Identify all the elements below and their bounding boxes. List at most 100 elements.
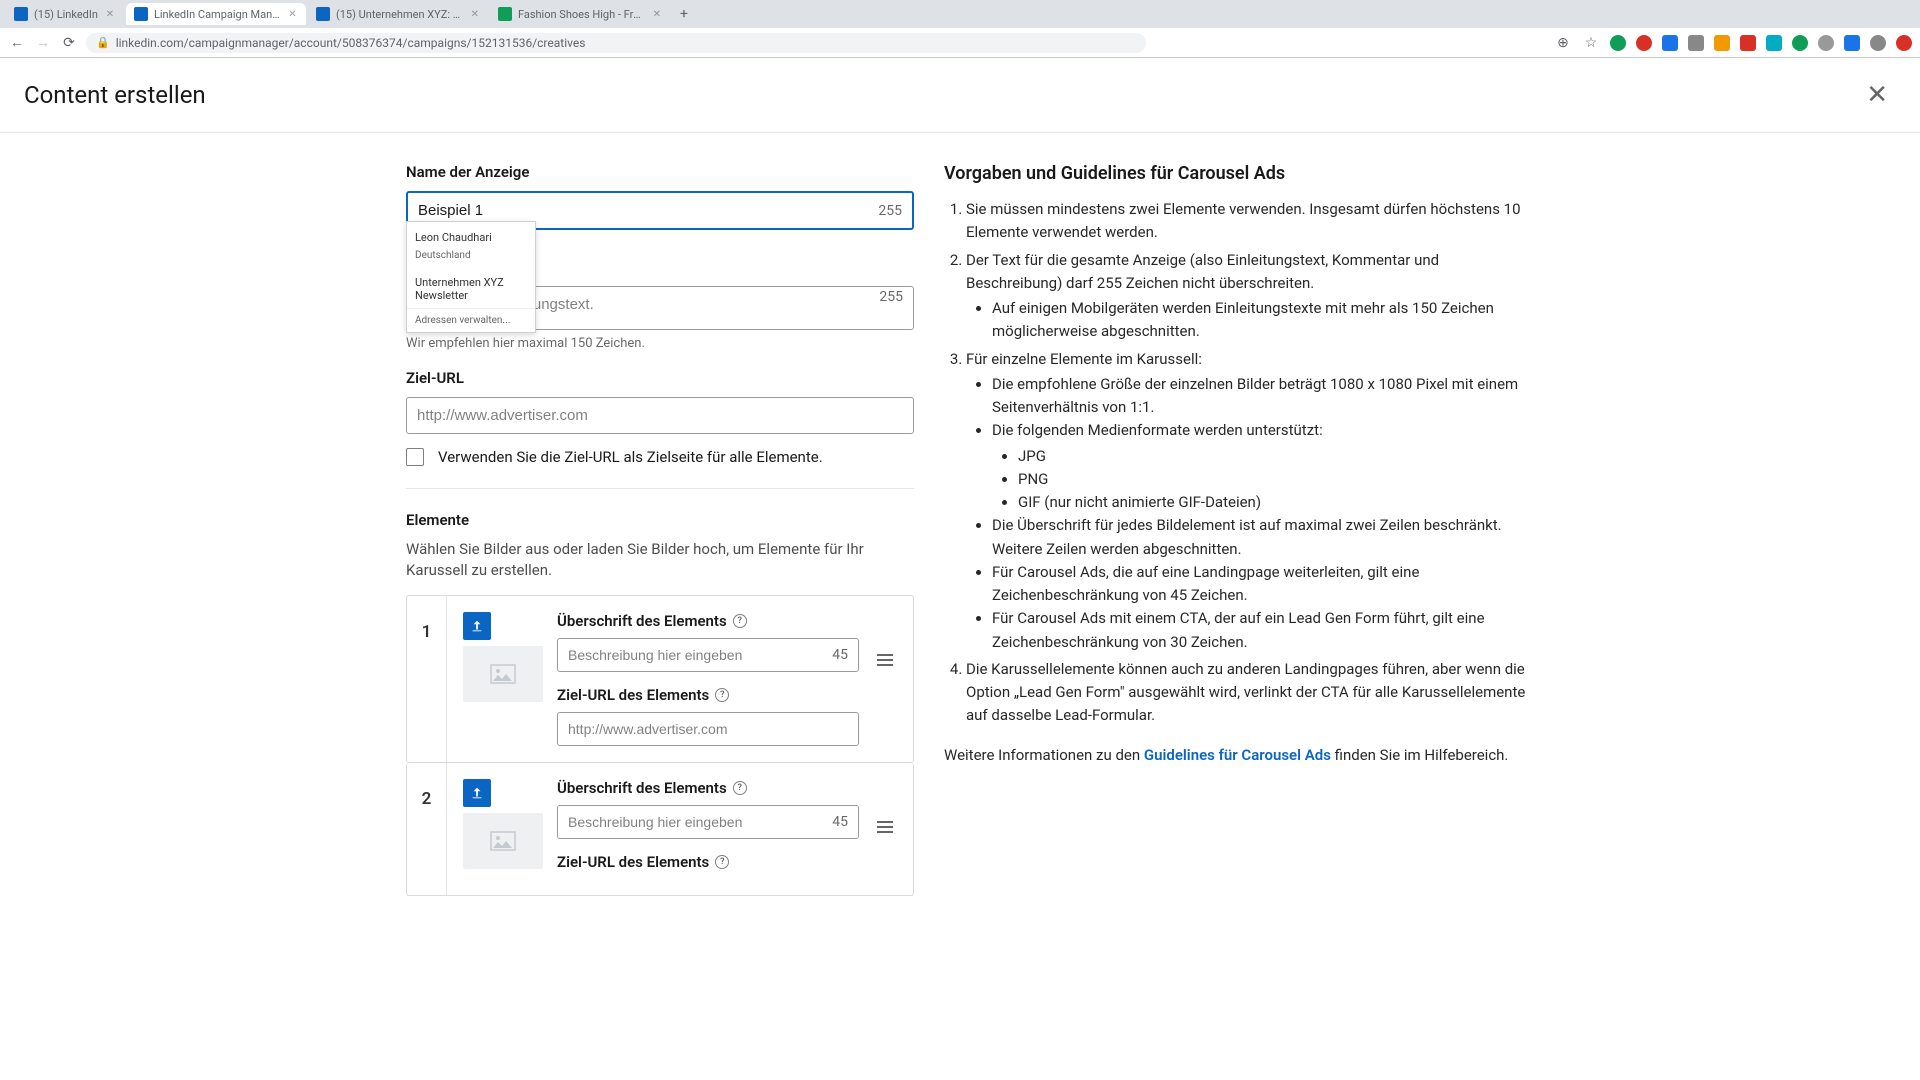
browser-chrome: (15) LinkedIn ✕ LinkedIn Campaign Manage… (0, 0, 1920, 58)
element-headline-label: Überschrift des Elements ? (557, 779, 859, 797)
forward-button[interactable]: → (34, 34, 52, 52)
info-icon[interactable]: ? (733, 614, 747, 628)
target-url-input[interactable] (407, 398, 913, 433)
autocomplete-manage[interactable]: Adressen verwalten... (407, 308, 535, 332)
guideline-subitem: Die folgenden Medienformate werden unter… (992, 419, 1534, 514)
image-icon (490, 831, 516, 851)
autocomplete-dropdown: Leon Chaudhari Deutschland Unternehmen X… (406, 221, 536, 333)
browser-tab[interactable]: (15) Unternehmen XYZ: Admin ✕ (308, 3, 488, 25)
guidelines-link[interactable]: Guidelines für Carousel Ads (1144, 746, 1331, 764)
guideline-subitem: Für Carousel Ads, die auf eine Landingpa… (992, 561, 1534, 608)
char-counter: 45 (832, 814, 858, 830)
tab-title: LinkedIn Campaign Manager (154, 8, 281, 21)
upload-button[interactable] (463, 779, 491, 807)
url-field[interactable]: 🔒 linkedin.com/campaignmanager/account/5… (86, 33, 1146, 53)
drag-icon (877, 654, 893, 666)
close-icon[interactable]: ✕ (470, 8, 480, 20)
info-icon[interactable]: ? (733, 781, 747, 795)
format-item: GIF (nur nicht animierte GIF-Dateien) (1018, 491, 1534, 514)
divider (406, 488, 914, 489)
image-placeholder[interactable] (463, 646, 543, 702)
tab-title: (15) Unternehmen XYZ: Admin (336, 8, 464, 21)
guideline-subitem: Die Überschrift für jedes Bildelement is… (992, 514, 1534, 561)
content-area: Name der Anzeige 255 Leon Chaudhari Deut… (0, 133, 1920, 896)
char-counter: 45 (832, 647, 858, 663)
image-placeholder[interactable] (463, 813, 543, 869)
close-icon[interactable]: ✕ (287, 8, 298, 20)
upload-icon (470, 619, 484, 633)
close-button[interactable]: ✕ (1858, 76, 1896, 114)
guideline-subitem: Die empfohlene Größe der einzelnen Bilde… (992, 373, 1534, 420)
site-favicon (498, 7, 512, 21)
card-number: 1 (407, 596, 447, 762)
element-url-input[interactable] (558, 713, 858, 745)
extension-icon[interactable] (1714, 35, 1730, 51)
element-url-label: Ziel-URL des Elements ? (557, 853, 859, 871)
close-icon[interactable]: ✕ (652, 8, 662, 20)
info-icon[interactable]: ? (715, 855, 729, 869)
extension-icon[interactable] (1688, 35, 1704, 51)
lock-icon: 🔒 (96, 36, 110, 49)
upload-icon (470, 786, 484, 800)
char-counter: 255 (878, 203, 912, 219)
upload-button[interactable] (463, 612, 491, 640)
target-url-wrap (406, 397, 914, 434)
autocomplete-subtext: Deutschland (407, 250, 535, 267)
elements-heading: Elemente (406, 511, 914, 529)
extension-icon[interactable] (1610, 35, 1626, 51)
back-button[interactable]: ← (8, 34, 26, 52)
extension-icon[interactable] (1792, 35, 1808, 51)
linkedin-favicon (134, 7, 148, 21)
carousel-card: 2 Überschrift des Elements ? (406, 763, 914, 896)
browser-tab[interactable]: (15) LinkedIn ✕ (6, 3, 124, 25)
autocomplete-item[interactable]: Unternehmen XYZ Newsletter (407, 270, 535, 308)
extension-icon[interactable] (1844, 35, 1860, 51)
browser-tab-active[interactable]: LinkedIn Campaign Manager ✕ (126, 3, 306, 25)
star-icon[interactable]: ☆ (1582, 34, 1600, 52)
guidelines-list: Sie müssen mindestens zwei Elemente verw… (944, 198, 1534, 728)
char-counter: 255 (879, 289, 913, 305)
linkedin-favicon (316, 7, 330, 21)
guideline-item: Die Karussellelemente können auch zu and… (966, 658, 1534, 728)
ad-name-label: Name der Anzeige (406, 163, 914, 181)
browser-tab[interactable]: Fashion Shoes High - Free pho ✕ (490, 3, 670, 25)
use-url-checkbox[interactable] (406, 448, 424, 466)
close-icon[interactable]: ✕ (104, 8, 116, 20)
guidelines-title: Vorgaben und Guidelines für Carousel Ads (944, 163, 1534, 184)
carousel-card: 1 Überschrift des Elements ? (406, 595, 914, 763)
reload-button[interactable]: ⟳ (60, 34, 78, 52)
zoom-icon[interactable]: ⊕ (1554, 34, 1572, 52)
extension-icon[interactable] (1766, 35, 1782, 51)
format-item: PNG (1018, 468, 1534, 491)
drag-icon (877, 821, 893, 833)
tab-title: (15) LinkedIn (34, 8, 98, 21)
extension-icon[interactable] (1740, 35, 1756, 51)
extension-icon[interactable] (1636, 35, 1652, 51)
page-title: Content erstellen (24, 81, 206, 109)
guideline-item: Sie müssen mindestens zwei Elemente verw… (966, 198, 1534, 245)
element-headline-label: Überschrift des Elements ? (557, 612, 859, 630)
info-icon[interactable]: ? (715, 688, 729, 702)
target-url-label: Ziel-URL (406, 369, 914, 387)
extension-icon[interactable] (1662, 35, 1678, 51)
element-headline-input[interactable] (558, 806, 832, 838)
element-headline-input[interactable] (558, 639, 832, 671)
elements-description: Wählen Sie Bilder aus oder laden Sie Bil… (406, 539, 914, 581)
autocomplete-item[interactable]: Leon Chaudhari (407, 225, 535, 250)
url-text: linkedin.com/campaignmanager/account/508… (116, 36, 586, 50)
avatar-icon[interactable] (1870, 35, 1886, 51)
toolbar-icons: ⊕ ☆ (1554, 34, 1912, 52)
checkbox-label: Verwenden Sie die Ziel-URL als Zielseite… (438, 448, 823, 466)
extension-icon[interactable] (1896, 35, 1912, 51)
guidelines-column: Vorgaben und Guidelines für Carousel Ads… (944, 163, 1534, 896)
drag-handle[interactable] (873, 779, 897, 833)
element-url-label: Ziel-URL des Elements ? (557, 686, 859, 704)
element-headline-wrap: 45 (557, 638, 859, 672)
form-column: Name der Anzeige 255 Leon Chaudhari Deut… (406, 163, 914, 896)
tabs-bar: (15) LinkedIn ✕ LinkedIn Campaign Manage… (0, 0, 1920, 28)
checkbox-row: Verwenden Sie die Ziel-URL als Zielseite… (406, 448, 914, 466)
extension-icon[interactable] (1818, 35, 1834, 51)
new-tab-button[interactable]: + (672, 4, 696, 24)
image-icon (490, 664, 516, 684)
drag-handle[interactable] (873, 612, 897, 666)
